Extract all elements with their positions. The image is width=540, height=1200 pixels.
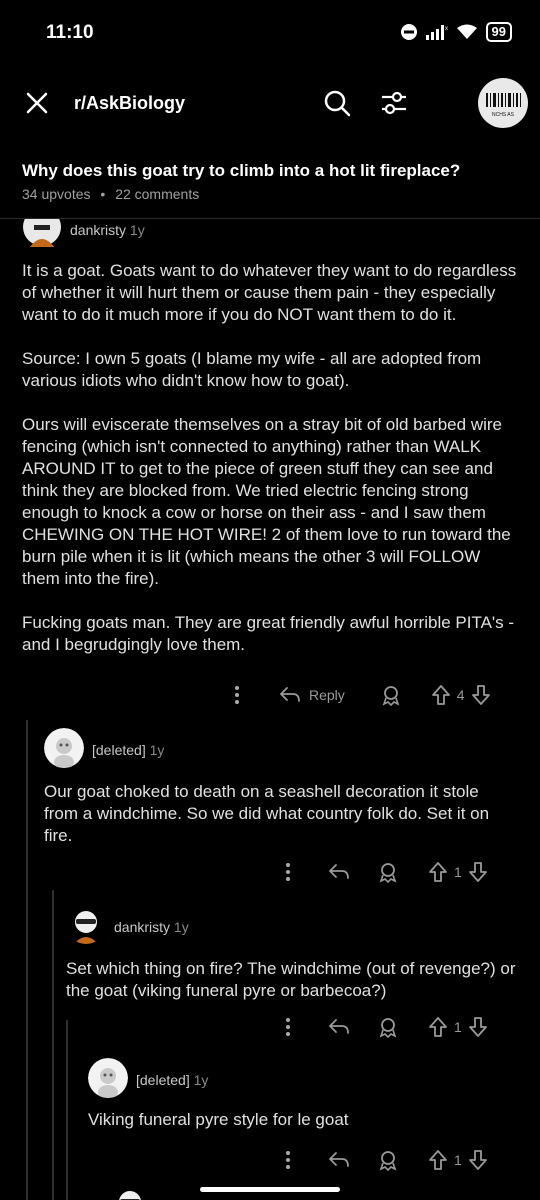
battery-indicator: 99 [485, 22, 512, 42]
upvote-icon[interactable] [431, 684, 451, 706]
thread-line [26, 720, 28, 1200]
subreddit-title[interactable]: r/AskBiology [74, 93, 185, 114]
more-options-icon[interactable] [225, 685, 249, 705]
comment-username[interactable]: [deleted] [92, 742, 146, 758]
reply-label: Reply [309, 687, 345, 703]
comment-body: Our goat choked to death on a seashell d… [44, 782, 490, 845]
reply-icon[interactable] [328, 863, 350, 881]
svg-text:x: x [445, 26, 448, 32]
user-avatar[interactable]: NCHS AS [478, 78, 528, 128]
post-meta: 34 upvotes • 22 comments [22, 186, 199, 202]
comment-age: 1y [193, 1072, 209, 1088]
award-icon[interactable] [378, 861, 398, 883]
comment-body: Set which thing on fire? The windchime (… [66, 959, 516, 1000]
downvote-icon[interactable] [468, 861, 488, 883]
avatar[interactable] [66, 904, 106, 944]
comment-actions: 1 [278, 1016, 488, 1038]
reply-button[interactable]: Reply [279, 686, 345, 704]
avatar[interactable] [110, 1184, 150, 1200]
award-icon[interactable] [378, 1016, 398, 1038]
logo-text: NCHS AS [492, 112, 515, 118]
comment-age: 1y [129, 222, 145, 238]
reply-icon[interactable] [328, 1151, 350, 1169]
comment-username[interactable]: dankristy [70, 222, 126, 238]
close-icon[interactable] [22, 88, 52, 118]
vote-count: 1 [454, 864, 462, 880]
dnd-icon [400, 24, 417, 40]
comment-actions: 1 [278, 861, 488, 883]
more-options-icon[interactable] [278, 1150, 298, 1170]
home-indicator[interactable] [200, 1187, 340, 1192]
comment-count: 22 comments [115, 186, 200, 202]
comment-author[interactable]: [deleted] 1y [92, 742, 164, 758]
search-icon[interactable] [322, 88, 352, 118]
status-time: 11:10 [46, 22, 94, 43]
avatar[interactable] [22, 219, 62, 247]
vote-count: 4 [456, 687, 465, 703]
downvote-icon[interactable] [468, 1149, 488, 1171]
downvote-icon[interactable] [471, 684, 491, 706]
comment-author[interactable]: dankristy 1y [114, 919, 189, 935]
vote-count: 1 [454, 1152, 462, 1168]
comment-author[interactable]: [deleted] 1y [136, 1072, 208, 1088]
more-options-icon[interactable] [278, 1017, 298, 1037]
upvote-icon[interactable] [428, 1016, 448, 1038]
comment-age: 1y [149, 742, 165, 758]
comment-body: It is a goat. Goats want to do whatever … [22, 261, 517, 654]
status-icons: x 99 [400, 22, 512, 42]
avatar[interactable] [88, 1058, 128, 1098]
award-icon[interactable] [381, 684, 401, 706]
reply-icon [279, 687, 300, 702]
reply-icon[interactable] [328, 1018, 350, 1036]
comment-actions: Reply 4 [225, 684, 491, 706]
header-divider [0, 218, 540, 219]
comment-username[interactable]: [deleted] [136, 1072, 190, 1088]
upvote-icon[interactable] [428, 1149, 448, 1171]
comment-username[interactable]: dankristy [114, 919, 170, 935]
vote-count: 1 [454, 1019, 462, 1035]
meta-separator: • [100, 186, 106, 202]
upvote-icon[interactable] [428, 861, 448, 883]
downvote-icon[interactable] [468, 1016, 488, 1038]
comment-body: Viking funeral pyre style for le goat [88, 1110, 349, 1129]
upvote-count: 34 upvotes [22, 186, 91, 202]
wifi-icon [456, 24, 477, 39]
award-icon[interactable] [378, 1149, 398, 1171]
thread-line [66, 1020, 68, 1200]
filter-icon[interactable] [380, 88, 408, 118]
avatar[interactable] [44, 728, 84, 768]
more-options-icon[interactable] [278, 862, 298, 882]
comment-actions: 1 [278, 1149, 488, 1171]
comment-author[interactable]: dankristy 1y [70, 222, 145, 238]
comment-age: 1y [173, 919, 189, 935]
thread-line [52, 890, 54, 1200]
signal-icon: x [425, 25, 448, 40]
post-title[interactable]: Why does this goat try to climb into a h… [22, 161, 460, 181]
